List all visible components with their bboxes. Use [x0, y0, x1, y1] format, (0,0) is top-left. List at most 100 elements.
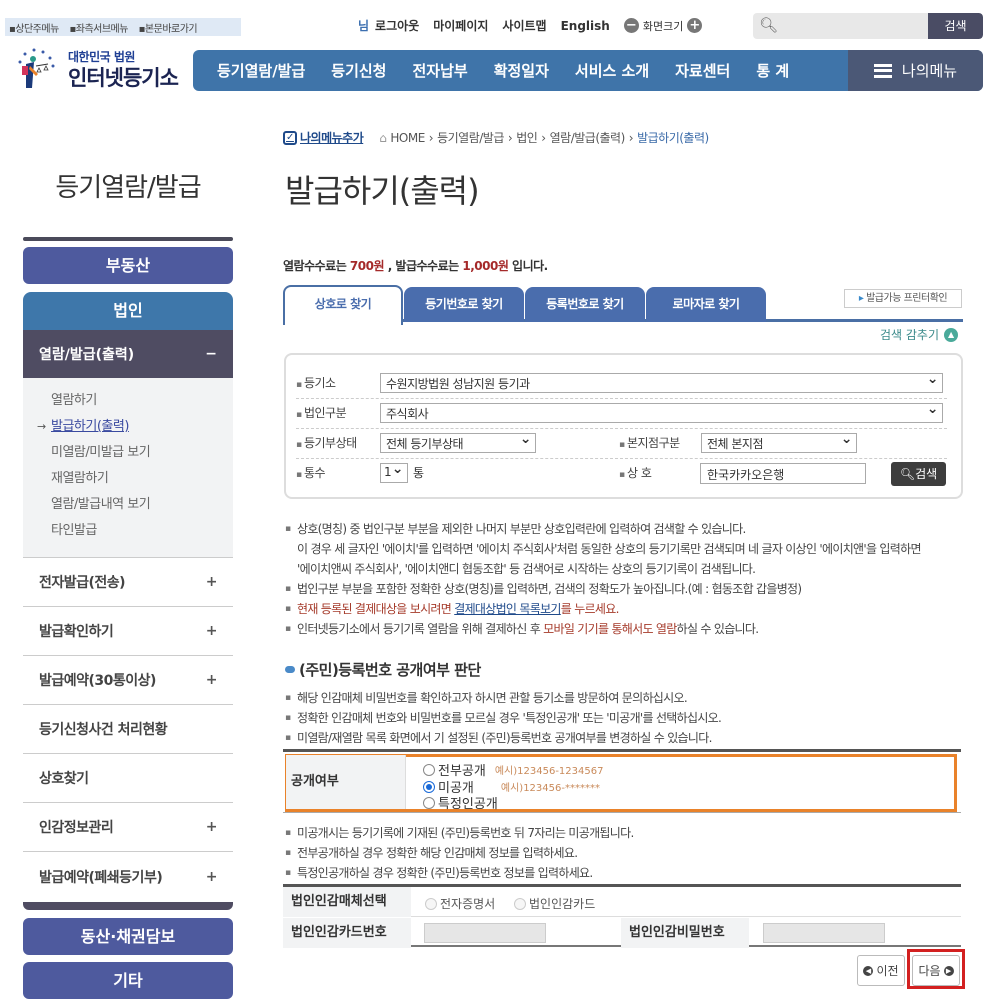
corp-type-select[interactable]: 주식회사: [380, 401, 943, 423]
copies-select[interactable]: 1: [380, 461, 408, 483]
lnb-group-label: 등기신청사건 처리현황: [39, 722, 168, 738]
lnb-group-item[interactable]: 인감정보관리 +: [23, 803, 233, 852]
seal-card-row: 법인인감카드번호 법인인감비밀번호: [283, 918, 961, 948]
skip-main-menu[interactable]: ▪상단주메뉴: [9, 24, 63, 35]
gnb-fixed-date[interactable]: 확정일자: [481, 60, 562, 81]
form-search-label: 검색: [915, 467, 938, 481]
court-emblem-icon: [18, 48, 55, 88]
mypage-link[interactable]: 마이페이지: [433, 17, 488, 34]
lnb-group-item[interactable]: 발급확인하기 +: [23, 607, 233, 656]
gnb-service-intro[interactable]: 서비스 소개: [562, 60, 662, 81]
lnb-sub-history[interactable]: 열람/발급내역 보기: [51, 495, 233, 521]
gnb-resource-center[interactable]: 자료센터: [662, 60, 743, 81]
fee-text: 열람수수료는: [283, 259, 350, 273]
disclosure-notes: 해당 인감매체 비밀번호를 확인하고자 하시면 관할 등기소를 방문하여 문의하…: [285, 688, 975, 748]
lnb-movable-security[interactable]: 동산·채권담보: [23, 918, 233, 955]
lnb-sub-view[interactable]: 열람하기: [51, 391, 233, 417]
seal-card-radio[interactable]: 법인인감카드: [514, 895, 595, 912]
gnb-view-issue[interactable]: 등기열람/발급: [193, 60, 318, 81]
expand-icon: +: [205, 672, 218, 688]
seal-media-label: 법인인감매체선택: [283, 887, 411, 917]
breadcrumb-item[interactable]: 법인: [516, 129, 538, 146]
lnb-sub-issue[interactable]: 발급하기(출력): [37, 417, 233, 443]
lnb-real-estate[interactable]: 부동산: [23, 247, 233, 284]
note-text: 현재 등록된 결제대상을 보시려면: [297, 602, 455, 616]
form-search-button[interactable]: 🔍︎검색: [891, 462, 946, 486]
radio-icon: [514, 897, 526, 910]
site-search-input[interactable]: [781, 13, 921, 39]
search-form: 등기소 수원지방법원 성남지원 등기과 법인구분 주식회사 등기부상태 전체 등…: [284, 353, 963, 499]
add-my-menu-button[interactable]: ✓ 나의메뉴추가: [283, 129, 364, 146]
tab-by-registration-number[interactable]: 등록번호로 찾기: [525, 287, 645, 322]
tab-by-registry-number[interactable]: 등기번호로 찾기: [404, 287, 524, 322]
zoom-out-icon[interactable]: −: [623, 18, 639, 33]
branch-select[interactable]: 전체 본지점: [701, 431, 857, 453]
breadcrumb-separator: ›: [628, 130, 634, 145]
screen-size-label: 화면크기: [642, 19, 684, 33]
chevron-up-icon: ▲: [944, 327, 959, 342]
e-certificate-radio[interactable]: 전자증명서: [425, 895, 495, 912]
disclosure-notes-2: 미공개시는 등기기록에 기재된 (주민)등록번호 뒤 7자리는 미공개됩니다. …: [285, 823, 975, 883]
seal-password-input[interactable]: [763, 923, 885, 943]
card-number-input[interactable]: [424, 923, 546, 943]
payment-target-list-link[interactable]: 결제대상법인 목록보기: [454, 602, 561, 616]
note-item: 이 경우 세 글자인 '에이치'를 입력하면 '에이치 주식회사'처럼 동일한 …: [297, 542, 921, 556]
note-item: '에이치앤씨 주식회사', '에이치앤디 협동조합' 등 검색어로 시작하는 상…: [297, 562, 756, 576]
breadcrumb-item[interactable]: 열람/발급(출력): [550, 129, 626, 146]
my-menu-button[interactable]: 나의메뉴: [848, 50, 983, 91]
lnb-etc[interactable]: 기타: [23, 962, 233, 999]
gnb-e-payment[interactable]: 전자납부: [399, 60, 480, 81]
screen-size-control: − 화면크기 +: [623, 18, 703, 34]
printer-check-button[interactable]: 발급가능 프린터확인: [844, 289, 962, 308]
lnb-group-label: 전자발급(전송): [39, 575, 126, 591]
lnb-group-item[interactable]: 전자발급(전송) +: [23, 558, 233, 607]
gnb-statistics[interactable]: 통 계: [743, 60, 802, 81]
skip-content[interactable]: ▪본문바로가기: [139, 24, 201, 35]
example-text: 예시)123456-1234567: [494, 766, 604, 777]
lnb-divider: [23, 237, 233, 241]
company-name-input[interactable]: 한국카카오은행: [700, 463, 866, 484]
registry-select[interactable]: 수원지방법원 성남지원 등기과: [380, 371, 943, 393]
lnb-group-view-issue[interactable]: 열람/발급(출력) −: [23, 330, 233, 378]
tab-by-roman[interactable]: 로마자로 찾기: [646, 287, 766, 322]
lnb-group-item[interactable]: 등기신청사건 처리현황: [23, 705, 233, 754]
radio-label: 특정인공개: [438, 797, 498, 812]
hamburger-icon: [873, 63, 892, 78]
lnb-corporation[interactable]: 법인: [23, 292, 233, 330]
lnb-title: 등기열람/발급: [55, 173, 201, 203]
lnb-group-item[interactable]: 상호찾기: [23, 754, 233, 803]
skip-left-menu[interactable]: ▪좌측서브메뉴: [69, 24, 131, 35]
lnb-sub-unviewed[interactable]: 미열람/미발급 보기: [51, 443, 233, 469]
tab-by-name[interactable]: 상호로 찾기: [283, 285, 403, 325]
breadcrumb-separator: ›: [541, 130, 546, 145]
disclosure-table: 공개여부 전부공개 예시)123456-1234567 미공개 예시)123456-…: [283, 749, 961, 813]
status-select[interactable]: 전체 등기부상태: [380, 431, 536, 453]
status-label: 등기부상태: [296, 434, 357, 451]
expand-icon: +: [205, 868, 218, 885]
sitemap-link[interactable]: 사이트맵: [502, 17, 546, 34]
view-fee: 700원: [349, 259, 385, 273]
breadcrumb: ✓ 나의메뉴추가 ⌂ HOME › 등기열람/발급 › 법인 › 열람/발급(출력…: [283, 129, 709, 146]
hide-search-toggle[interactable]: 검색 감추기 ▲: [880, 326, 959, 343]
logout-link[interactable]: 로그아웃: [375, 17, 419, 34]
radio-label: 전자증명서: [440, 897, 496, 911]
disclose-specific-radio[interactable]: 특정인공개: [423, 793, 498, 812]
radio-icon: [425, 897, 437, 910]
lnb-group-item[interactable]: 발급예약(30통이상) +: [23, 656, 233, 705]
copies-unit: 통: [413, 466, 425, 480]
logo[interactable]: 대한민국 법원 인터넷등기소: [8, 42, 188, 96]
site-search-button[interactable]: 검색: [928, 13, 983, 39]
breadcrumb-home[interactable]: HOME: [390, 131, 425, 145]
gnb-registration[interactable]: 등기신청: [318, 60, 399, 81]
breadcrumb-separator: ›: [507, 130, 513, 145]
breadcrumb-item[interactable]: 등기열람/발급: [437, 129, 504, 146]
note-text: 를 누르세요.: [560, 602, 620, 616]
lnb-sub-review[interactable]: 재열람하기: [51, 469, 233, 495]
lnb-sub-others[interactable]: 타인발급: [51, 521, 233, 547]
zoom-in-icon[interactable]: +: [687, 18, 703, 33]
section-title-text: (주민)등록번호 공개여부 판단: [299, 661, 481, 679]
prev-button[interactable]: ◀ 이전: [857, 955, 905, 986]
lnb-group-item[interactable]: 발급예약(폐쇄등기부) +: [23, 852, 233, 901]
note-item: 특정인공개하실 경우 정확한 (주민)등록번호 정보를 입력하세요.: [285, 863, 975, 883]
english-link[interactable]: English: [561, 19, 610, 33]
